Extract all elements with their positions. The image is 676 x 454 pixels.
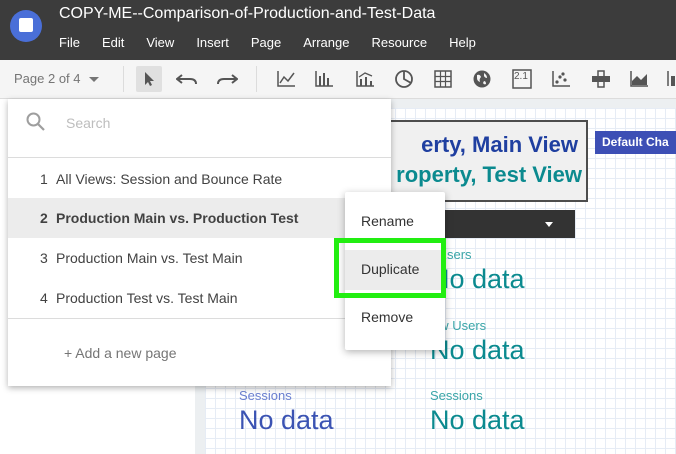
scorecard-label: 2.1 [514, 71, 528, 82]
toolbar-divider [256, 66, 257, 92]
time-series-icon[interactable] [273, 66, 299, 92]
data-studio-logo-icon[interactable] [10, 10, 42, 42]
metric-label-sessions-test: Sessions [430, 388, 483, 403]
date-range-control[interactable] [430, 210, 575, 238]
undo-icon[interactable] [174, 66, 200, 92]
menu-resource[interactable]: Resource [371, 35, 427, 50]
menu-item-label: Rename [361, 213, 414, 229]
page-number: 4 [40, 290, 48, 306]
panel-divider [8, 157, 391, 158]
menu-insert[interactable]: Insert [196, 35, 229, 50]
page-label: Production Main vs. Test Main [56, 250, 243, 266]
chevron-down-icon [88, 77, 99, 83]
scatter-icon[interactable] [548, 66, 574, 92]
scorecard-icon[interactable]: 2.1 [509, 66, 535, 92]
pivot-icon[interactable] [588, 66, 614, 92]
add-page-button[interactable]: + Add a new page [64, 345, 177, 361]
caret-down-icon [545, 222, 553, 227]
menu-item-label: Remove [361, 309, 414, 325]
page-label: Production Main vs. Production Test [56, 210, 299, 226]
page-list-item-selected[interactable]: 2 Production Main vs. Production Test [8, 198, 391, 238]
area-chart-icon[interactable] [626, 66, 652, 92]
page-number: 1 [40, 171, 48, 187]
metric-value-sessions-main[interactable]: No data [239, 405, 334, 436]
toolbar: Page 2 of 4 2.1 [0, 60, 676, 99]
metric-label-users: sers [447, 247, 472, 262]
page-selector-label: Page 2 of 4 [14, 71, 81, 86]
menu-item-rename[interactable]: Rename [345, 202, 445, 242]
view-title-line1: erty, Main View [421, 132, 578, 157]
app-header: COPY-ME--Comparison-of-Production-and-Te… [0, 0, 676, 60]
geo-map-icon[interactable] [469, 66, 495, 92]
table-icon[interactable] [430, 66, 456, 92]
page-list-item[interactable]: 1 All Views: Session and Bounce Rate [8, 159, 391, 199]
highlight-annotation [334, 238, 446, 298]
menu-help[interactable]: Help [449, 35, 476, 50]
menu-arrange[interactable]: Arrange [303, 35, 349, 50]
combo-chart-icon[interactable] [352, 66, 378, 92]
page-number: 3 [40, 250, 48, 266]
toolbar-divider [123, 66, 124, 92]
default-chart-button[interactable]: Default Cha [595, 131, 676, 154]
menu-view[interactable]: View [146, 35, 174, 50]
metric-label-sessions-main: Sessions [239, 388, 292, 403]
page-number: 2 [40, 210, 48, 226]
bar-chart-icon[interactable] [311, 66, 337, 92]
metric-value-sessions-test[interactable]: No data [430, 405, 525, 436]
redo-icon[interactable] [214, 66, 240, 92]
bullet-chart-icon[interactable] [660, 66, 676, 92]
menu-bar: File Edit View Insert Page Arrange Resou… [59, 35, 498, 50]
panel-divider [8, 318, 391, 319]
select-pointer-icon[interactable] [136, 66, 162, 92]
pie-chart-icon[interactable] [391, 66, 417, 92]
search-icon [25, 111, 47, 133]
menu-edit[interactable]: Edit [102, 35, 124, 50]
page-search-input[interactable] [64, 111, 368, 135]
page-selector[interactable]: Page 2 of 4 [14, 71, 99, 86]
menu-page[interactable]: Page [251, 35, 281, 50]
page-label: All Views: Session and Bounce Rate [56, 171, 283, 187]
view-title-line2: roperty, Test View [396, 162, 582, 187]
menu-file[interactable]: File [59, 35, 80, 50]
page-label: Production Test vs. Test Main [56, 290, 238, 306]
menu-item-remove[interactable]: Remove [345, 298, 445, 338]
document-title[interactable]: COPY-ME--Comparison-of-Production-and-Te… [59, 5, 435, 23]
